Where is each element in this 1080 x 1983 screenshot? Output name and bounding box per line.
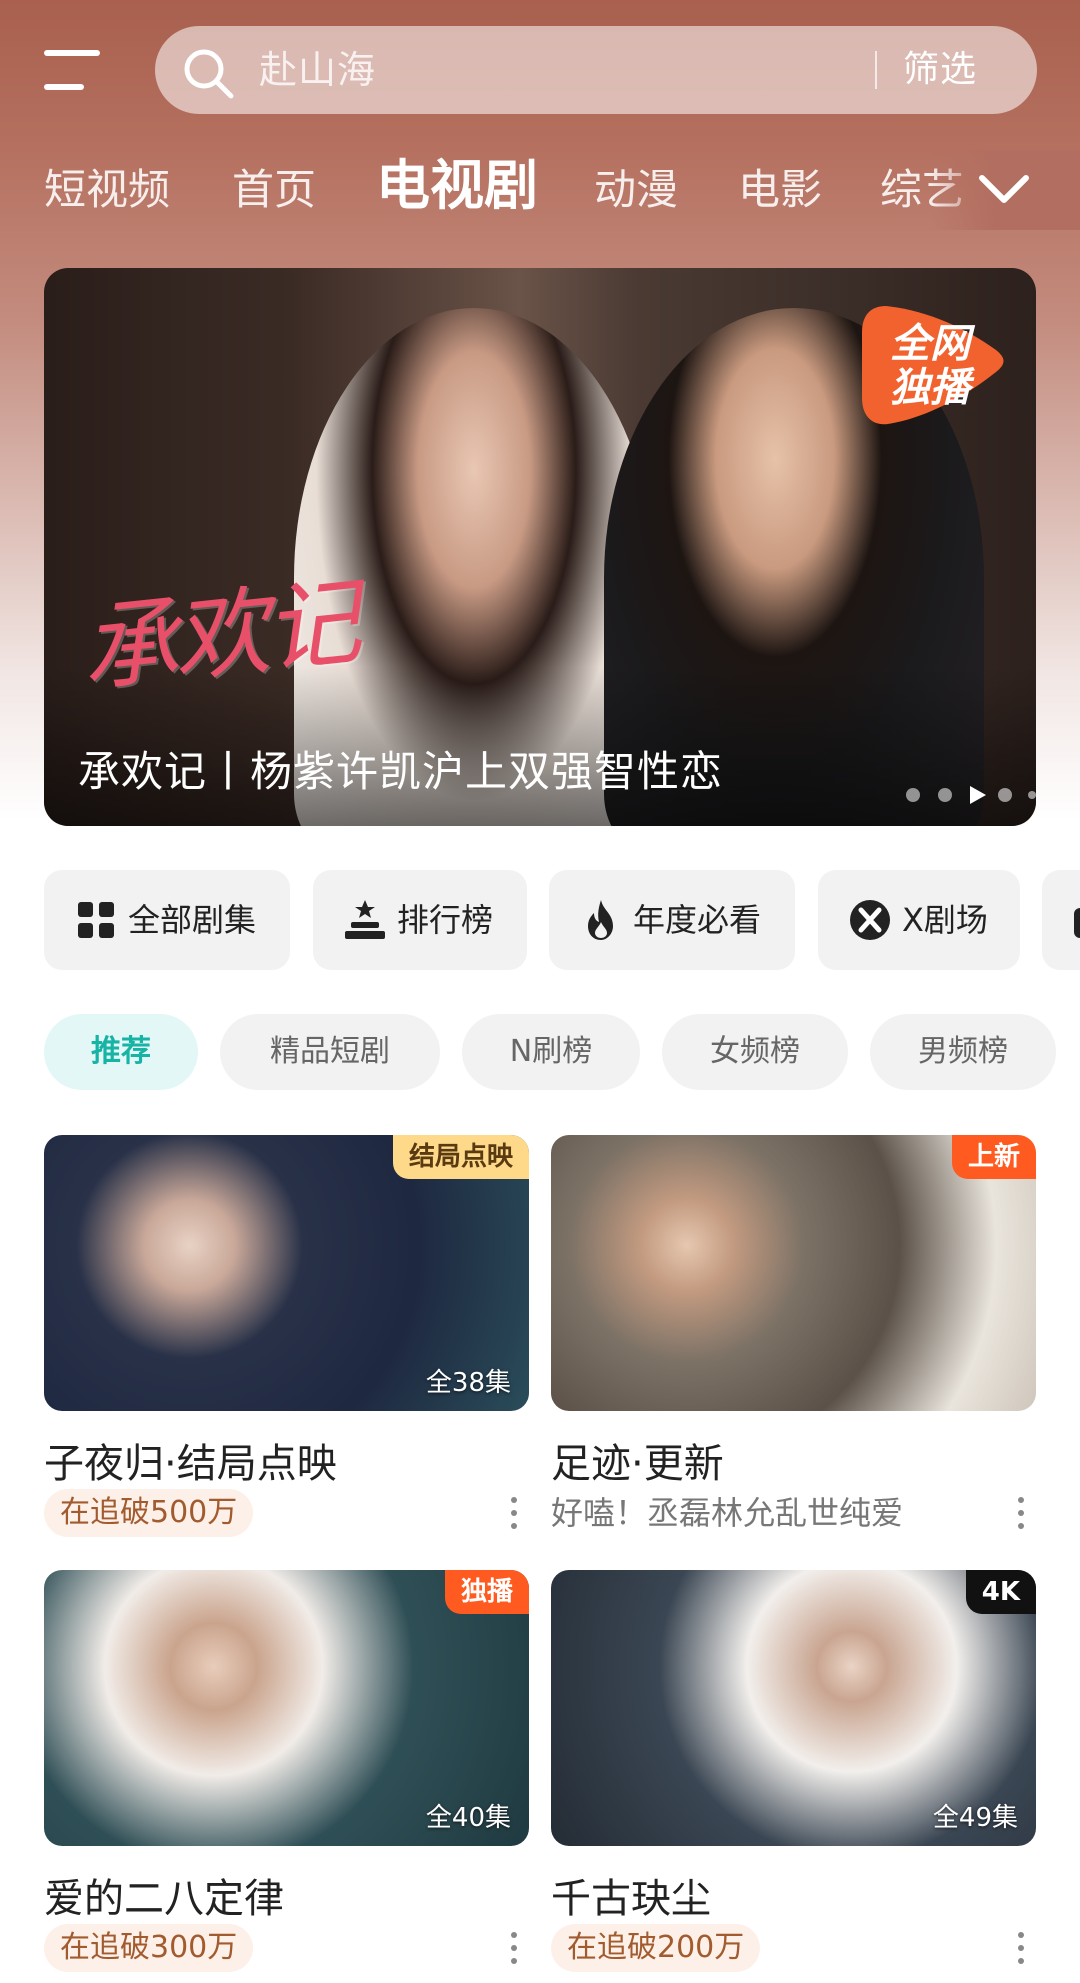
- quick-all-series[interactable]: 全部剧集: [44, 870, 290, 970]
- show-title[interactable]: 爱的二八定律: [44, 1866, 284, 1924]
- app-header: 赴山海 筛选 短视频 首页 电视剧 动漫 电影 综艺: [0, 0, 1080, 260]
- quick-label: 全部剧集: [128, 901, 257, 939]
- watching-count: 在追破200万: [551, 1924, 761, 1972]
- card-tag: 4K: [965, 1570, 1036, 1614]
- banner-caption: 承欢记丨杨紫许凯沪上双强智性恋: [78, 747, 724, 796]
- more-options-icon[interactable]: [509, 1930, 519, 1966]
- more-options-icon[interactable]: [1016, 1495, 1026, 1531]
- tv-icon: [1074, 908, 1080, 938]
- show-title[interactable]: 千古玦尘: [551, 1866, 711, 1924]
- podium-icon: [345, 900, 385, 939]
- flame-icon: [588, 900, 613, 940]
- show-card[interactable]: 结局点映 全38集 子夜归·结局点映 在追破500万: [44, 1135, 529, 1545]
- tab-home[interactable]: 首页: [232, 150, 316, 230]
- card-tag: 结局点映: [392, 1135, 529, 1179]
- category-tabs: 短视频 首页 电视剧 动漫 电影 综艺: [0, 150, 1080, 230]
- quick-x-theater[interactable]: X剧场: [818, 870, 1020, 970]
- watching-count: 在追破500万: [44, 1489, 254, 1537]
- chip-male-ranking[interactable]: 男频榜: [870, 1014, 1056, 1090]
- filter-button[interactable]: 筛选: [903, 26, 977, 114]
- filter-chips: 推荐 精品短剧 N刷榜 女频榜 男频榜: [0, 1014, 1080, 1090]
- quick-more-partial[interactable]: [1042, 870, 1080, 970]
- quick-links: 全部剧集 排行榜 年度必看 X剧场: [0, 870, 1080, 970]
- chip-female-ranking[interactable]: 女频榜: [662, 1014, 848, 1090]
- episode-count: 全38集: [425, 1368, 511, 1398]
- more-options-icon[interactable]: [1016, 1930, 1026, 1966]
- chip-n-rewatch[interactable]: N刷榜: [462, 1014, 640, 1090]
- chip-premium-shorts[interactable]: 精品短剧: [220, 1014, 440, 1090]
- show-thumbnail[interactable]: 独播 全40集: [44, 1570, 529, 1846]
- search-divider: [875, 51, 877, 89]
- more-options-icon[interactable]: [509, 1495, 519, 1531]
- menu-icon[interactable]: [44, 44, 106, 94]
- carousel-dot: [906, 788, 920, 802]
- chevron-down-icon[interactable]: [976, 168, 1032, 208]
- search-bar[interactable]: 赴山海 筛选: [155, 26, 1037, 114]
- quick-ranking[interactable]: 排行榜: [313, 870, 527, 970]
- show-thumbnail[interactable]: 4K 全49集: [551, 1570, 1036, 1846]
- search-placeholder[interactable]: 赴山海: [259, 26, 376, 114]
- show-description: 好嗑！丞磊林允乱世纯爱: [551, 1494, 904, 1532]
- show-card[interactable]: 独播 全40集 爱的二八定律 在追破300万: [44, 1570, 529, 1983]
- quick-annual-picks[interactable]: 年度必看: [549, 870, 795, 970]
- chip-recommended[interactable]: 推荐: [44, 1014, 198, 1090]
- tab-short-video[interactable]: 短视频: [44, 150, 170, 230]
- carousel-indicator: [906, 784, 1036, 804]
- card-tag: 上新: [951, 1135, 1036, 1179]
- play-indicator-icon: [970, 786, 986, 804]
- hero-banner[interactable]: 承欢记 承欢记丨杨紫许凯沪上双强智性恋 全网独播: [44, 268, 1036, 826]
- search-icon: [184, 49, 234, 99]
- quick-label: X剧场: [902, 901, 988, 939]
- card-tag: 独播: [444, 1570, 529, 1614]
- tab-tv-series[interactable]: 电视剧: [376, 150, 538, 226]
- show-thumbnail[interactable]: 上新: [551, 1135, 1036, 1411]
- carousel-dot: [938, 788, 952, 802]
- show-card[interactable]: 上新 足迹·更新 好嗑！丞磊林允乱世纯爱: [551, 1135, 1036, 1545]
- banner-title-logo: 承欢记: [75, 565, 362, 707]
- watching-count: 在追破300万: [44, 1924, 254, 1972]
- quick-label: 年度必看: [633, 901, 762, 939]
- carousel-dot: [1028, 791, 1036, 799]
- tab-anime[interactable]: 动漫: [594, 150, 678, 230]
- show-card[interactable]: 4K 全49集 千古玦尘 在追破200万: [551, 1570, 1036, 1983]
- x-theater-icon: [850, 900, 890, 940]
- episode-count: 全49集: [932, 1803, 1018, 1833]
- tab-movies[interactable]: 电影: [738, 150, 822, 230]
- show-title[interactable]: 子夜归·结局点映: [44, 1431, 337, 1489]
- quick-label: 排行榜: [397, 901, 494, 939]
- exclusive-badge-text: 全网独播: [890, 321, 970, 411]
- episode-count: 全40集: [425, 1803, 511, 1833]
- show-thumbnail[interactable]: 结局点映 全38集: [44, 1135, 529, 1411]
- carousel-dot: [998, 788, 1012, 802]
- show-title[interactable]: 足迹·更新: [551, 1431, 724, 1489]
- grid-icon: [78, 902, 114, 938]
